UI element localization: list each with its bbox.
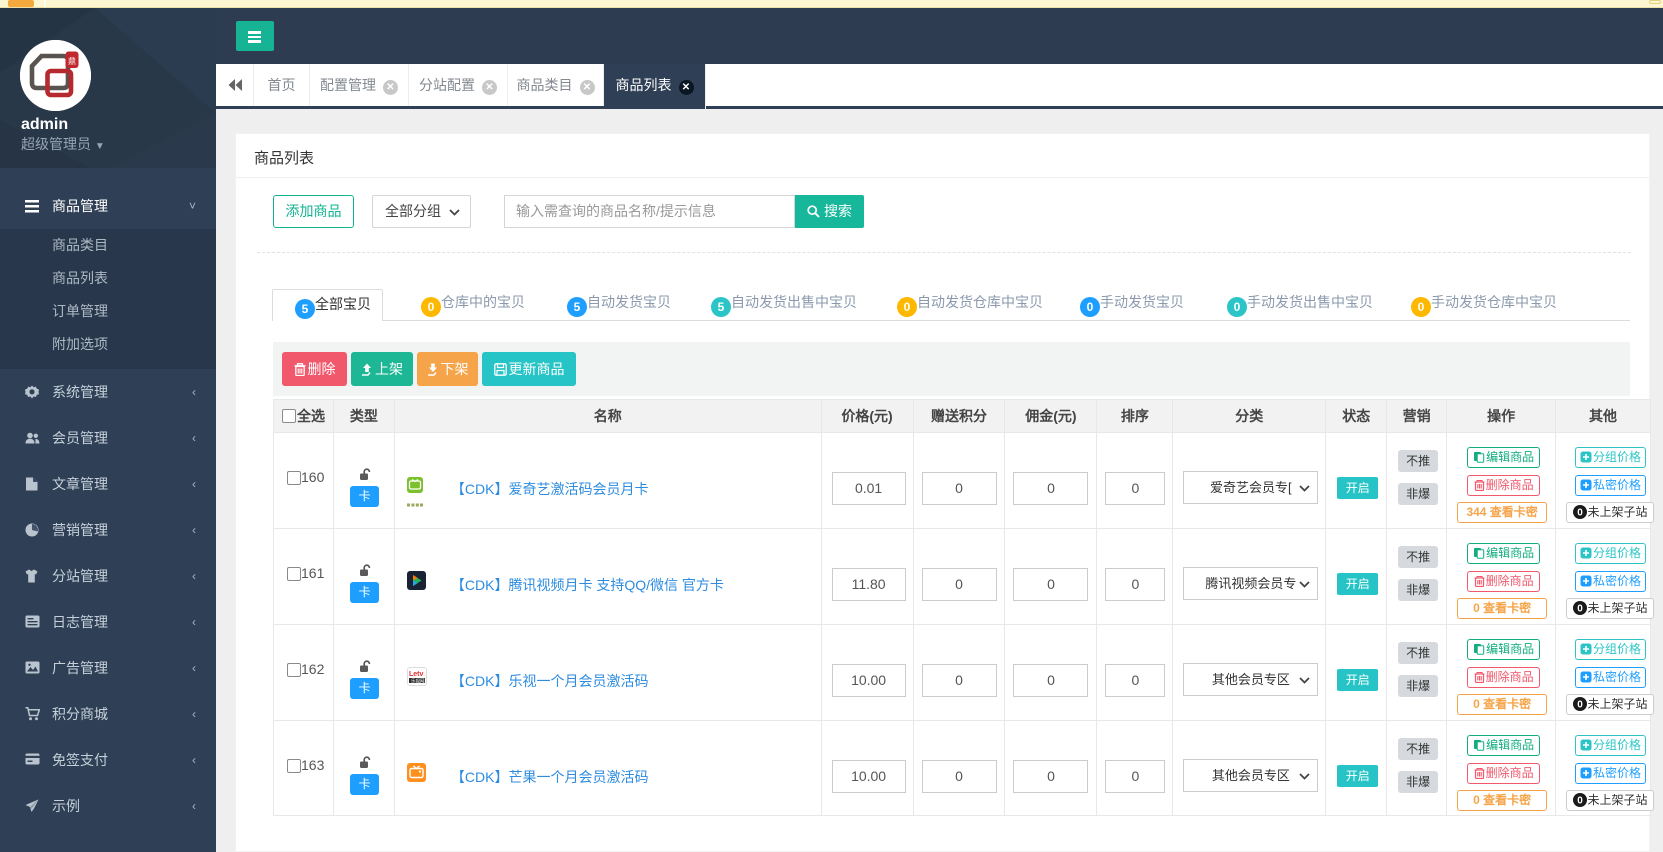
svg-text:0: 0 (1577, 507, 1583, 518)
svg-text:0: 0 (1577, 699, 1583, 710)
svg-text:乐视网: 乐视网 (411, 677, 425, 684)
svg-text:0: 0 (1577, 603, 1583, 614)
svg-text:鼎: 鼎 (68, 57, 76, 66)
svg-text:0: 0 (1577, 795, 1583, 806)
svg-text:Letv: Letv (409, 671, 424, 678)
